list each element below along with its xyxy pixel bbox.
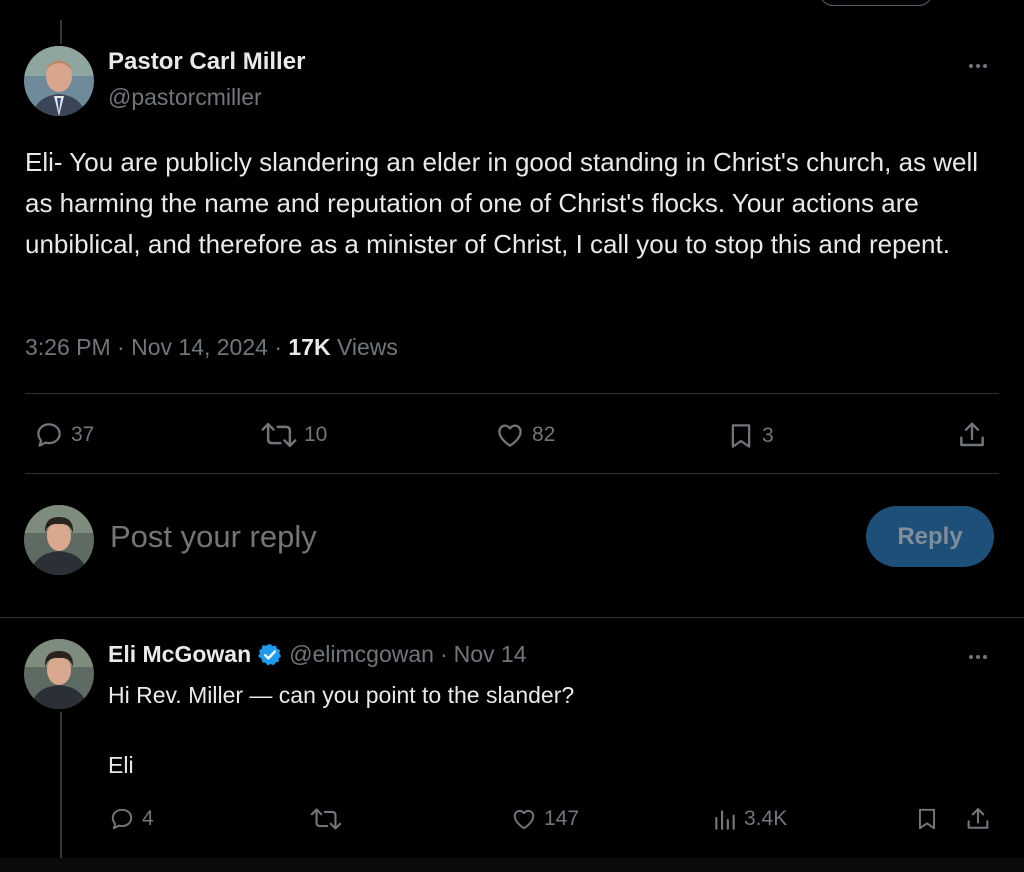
- reply-header: Eli McGowan @elimcgowan · Nov 14: [108, 641, 526, 668]
- reply-views-action[interactable]: 3.4K: [712, 806, 787, 832]
- reply-like-action[interactable]: 147: [510, 806, 579, 832]
- like-icon: [498, 424, 522, 447]
- reply-icon: [37, 423, 61, 447]
- reply-button[interactable]: Reply: [866, 506, 994, 567]
- reply-input[interactable]: [110, 515, 810, 559]
- reply-icon: [111, 808, 133, 830]
- bottom-strip: [0, 858, 1024, 872]
- like-count: 82: [532, 423, 556, 446]
- reply-repost-action[interactable]: [309, 806, 349, 832]
- author-name[interactable]: Pastor Carl Miller: [108, 48, 305, 76]
- bookmark-count: 3: [762, 424, 774, 447]
- like-icon: [513, 809, 535, 830]
- repost-icon: [261, 422, 297, 448]
- reply-reply-count: 4: [142, 807, 154, 830]
- more-icon[interactable]: [958, 54, 998, 78]
- meta-separator: ·: [274, 334, 289, 360]
- reply-date[interactable]: Nov 14: [454, 641, 527, 668]
- reply-like-count: 147: [544, 807, 580, 830]
- tweet-time[interactable]: 3:26 PM: [25, 334, 111, 360]
- meta-separator: ·: [117, 334, 132, 360]
- divider: [25, 473, 999, 474]
- reply-author-handle[interactable]: @elimcgowan: [289, 641, 434, 668]
- reply-author-name[interactable]: Eli McGowan: [108, 641, 251, 668]
- share-icon: [960, 422, 984, 447]
- reply-more-icon[interactable]: [958, 645, 998, 669]
- reply-separator: ·: [439, 641, 448, 667]
- reply-views-count: 3.4K: [744, 807, 788, 830]
- views-count: 17K: [288, 334, 331, 360]
- verified-icon: [258, 643, 282, 665]
- divider: [25, 393, 999, 394]
- reply-count: 37: [71, 423, 95, 446]
- repost-icon: [310, 808, 342, 830]
- reply-share-action[interactable]: [964, 804, 992, 834]
- tweet-text: Eli- You are publicly slandering an elde…: [25, 147, 979, 259]
- views-label: Views: [336, 334, 398, 360]
- repost-count: 10: [304, 423, 328, 446]
- bookmark-action[interactable]: 3: [726, 420, 774, 452]
- share-action[interactable]: [956, 418, 988, 452]
- tweet-meta: 3:26 PM · Nov 14, 2024 · 17K Views: [25, 334, 398, 361]
- reply-action[interactable]: 37: [33, 420, 94, 450]
- bookmark-icon: [918, 808, 936, 830]
- repost-action[interactable]: 10: [260, 420, 327, 450]
- top-pill-button[interactable]: [820, 0, 932, 6]
- reply-text-line: Hi Rev. Miller — can you point to the sl…: [108, 682, 575, 708]
- views-icon: [715, 810, 735, 830]
- tweet-date[interactable]: Nov 14, 2024: [131, 334, 268, 360]
- reply-reply-action[interactable]: 4: [108, 806, 154, 832]
- like-action[interactable]: 82: [494, 420, 555, 450]
- reply-author-avatar[interactable]: [24, 639, 94, 709]
- author-handle[interactable]: @pastorcmiller: [108, 84, 262, 111]
- bookmark-icon: [731, 424, 751, 448]
- reply-signature: Eli: [108, 752, 134, 778]
- thread-line-top: [60, 20, 62, 44]
- share-icon: [967, 808, 989, 829]
- thread-line: [60, 712, 62, 872]
- author-avatar[interactable]: [24, 46, 94, 116]
- section-divider: [0, 617, 1024, 618]
- composer-avatar[interactable]: [24, 505, 94, 575]
- reply-bookmark-action[interactable]: [914, 805, 940, 833]
